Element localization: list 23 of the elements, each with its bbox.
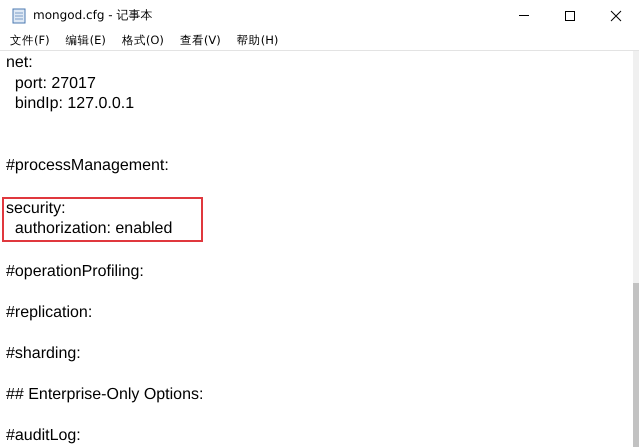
text-editor[interactable]: net: port: 27017 bindIp: 127.0.0.1 #processManagement: security: authorization: enabled #operationProfiling: #replication: #sharding: ## Enterprise-Only Options: #auditLog: bbox=[0, 51, 633, 447]
window-title: mongod.cfg - 记事本 bbox=[33, 7, 154, 24]
maximize-icon bbox=[564, 10, 576, 22]
menu-item[interactable]: 查看(V) bbox=[174, 31, 227, 50]
text-line: ## Enterprise-Only Options: bbox=[6, 385, 204, 405]
menu-item[interactable]: 文件(F) bbox=[4, 31, 56, 50]
notepad-icon bbox=[12, 8, 26, 24]
text-line: #processManagement: bbox=[6, 156, 170, 176]
close-icon bbox=[610, 10, 622, 22]
text-line: port: 27017 bbox=[14, 74, 97, 94]
text-line: authorization: enabled bbox=[14, 219, 174, 239]
text-line: bindIp: 127.0.0.1 bbox=[14, 94, 136, 114]
minimize-icon bbox=[519, 15, 529, 16]
menu-item[interactable]: 格式(O) bbox=[116, 31, 170, 50]
text-line: net: bbox=[6, 53, 34, 73]
scrollbar[interactable] bbox=[633, 51, 639, 447]
text-line: #auditLog: bbox=[6, 426, 82, 446]
text-line: #operationProfiling: bbox=[6, 262, 145, 282]
menu-item[interactable]: 帮助(H) bbox=[230, 31, 284, 50]
menu-item[interactable]: 编辑(E) bbox=[60, 31, 112, 50]
text-line: security: bbox=[6, 198, 67, 218]
text-line: #sharding: bbox=[6, 344, 82, 364]
text-line: #replication: bbox=[6, 303, 94, 323]
